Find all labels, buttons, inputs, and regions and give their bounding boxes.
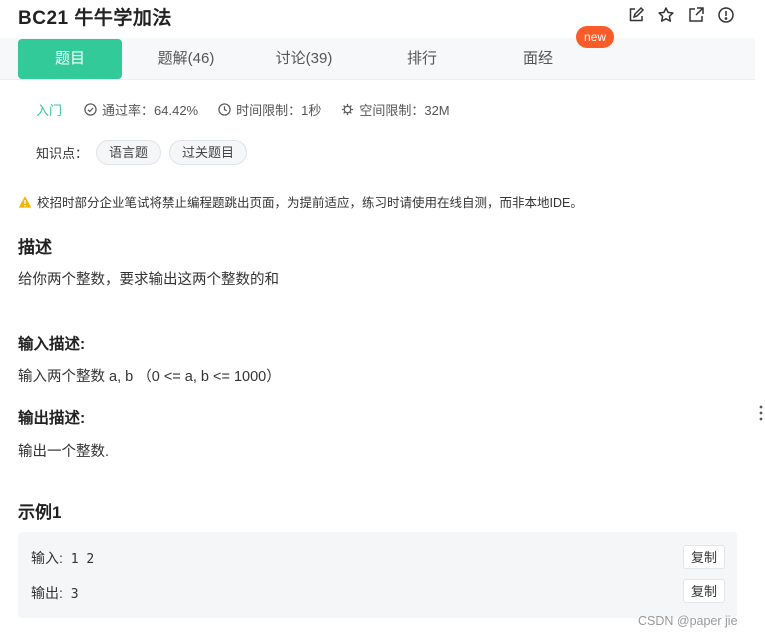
warning-icon <box>18 195 32 208</box>
star-icon[interactable] <box>657 6 675 24</box>
problem-title: BC21 牛牛学加法 <box>18 8 172 29</box>
example-output-label: 输出: <box>31 585 63 601</box>
description-heading: 描述 <box>18 238 52 257</box>
title-bar: BC21 牛牛学加法 <box>0 0 755 38</box>
tab-ranking[interactable]: 排行 <box>368 39 476 79</box>
output-desc-text: 输出一个整数. <box>18 444 110 460</box>
difficulty-level: 入门 <box>36 103 63 118</box>
edit-icon[interactable] <box>627 6 645 24</box>
tag-level-pass[interactable]: 过关题目 <box>169 140 248 165</box>
example-heading: 示例1 <box>18 503 62 522</box>
clock-icon <box>218 103 231 116</box>
chip-icon <box>342 103 354 116</box>
output-desc-heading: 输出描述: <box>18 410 86 427</box>
tag-language[interactable]: 语言题 <box>96 140 162 165</box>
copy-output-button[interactable]: 复制 <box>683 579 725 603</box>
example-output-value: 3 <box>70 587 79 602</box>
pass-rate: 通过率：64.42% <box>84 100 198 119</box>
title-actions <box>627 6 735 24</box>
copy-input-button[interactable]: 复制 <box>683 545 725 569</box>
space-limit-text: 空间限制：32M <box>359 103 450 118</box>
tab-problem[interactable]: 题目 <box>18 39 122 79</box>
info-icon[interactable] <box>717 6 735 24</box>
time-limit-text: 时间限制：1秒 <box>236 103 322 118</box>
check-circle-icon <box>84 103 97 116</box>
knowledge-label: 知识点： <box>36 146 89 161</box>
example-input-row: 输入: 1 2 <box>31 548 94 568</box>
problem-meta: 入门 通过率：64.42% 时间限制：1秒 空间限制：32M <box>36 100 470 119</box>
tab-interview[interactable]: 面经 <box>486 39 590 79</box>
tab-discussion[interactable]: 讨论(39) <box>250 39 358 79</box>
description-text: 给你两个整数，要求输出这两个整数的和 <box>18 272 279 288</box>
warning-text: 校招时部分企业笔试将禁止编程题跳出页面，为提前适应，练习时请使用在线自测，而非本… <box>37 196 583 210</box>
pass-rate-text: 通过率：64.42% <box>102 103 199 118</box>
watermark: CSDN @paper jie <box>638 614 738 628</box>
time-limit: 时间限制：1秒 <box>218 100 321 119</box>
exam-warning: 校招时部分企业笔试将禁止编程题跳出页面，为提前适应，练习时请使用在线自测，而非本… <box>18 192 583 211</box>
tab-solutions[interactable]: 题解(46) <box>132 39 240 79</box>
more-handle-icon[interactable] <box>758 404 764 422</box>
example-box: 输入: 1 2 复制 输出: 3 复制 <box>18 532 737 618</box>
example-output-row: 输出: 3 <box>31 583 79 603</box>
example-input-value: 1 2 <box>70 552 95 567</box>
input-desc-heading: 输入描述: <box>18 336 86 353</box>
input-desc-text: 输入两个整数 a, b （0 <= a, b <= 1000） <box>18 369 281 385</box>
share-icon[interactable] <box>687 6 705 24</box>
new-badge: new <box>576 26 615 48</box>
example-input-label: 输入: <box>31 550 63 566</box>
space-limit: 空间限制：32M <box>341 100 450 119</box>
knowledge-points: 知识点： 语言题 过关题目 <box>36 140 248 165</box>
tab-bar: 题目 题解(46) 讨论(39) 排行 面经 new <box>0 26 755 80</box>
